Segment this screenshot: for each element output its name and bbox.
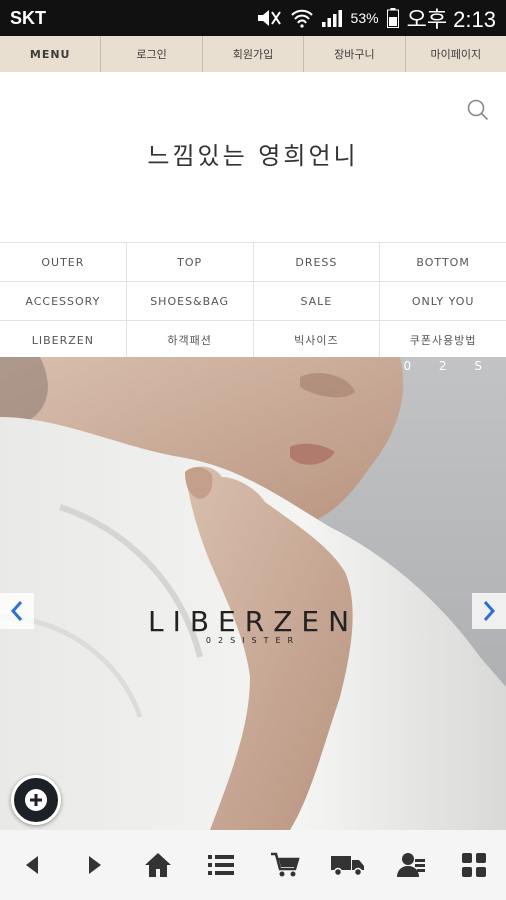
- banner-logo: LIBERZEN 02SISTER: [0, 605, 506, 645]
- hero-banner[interactable]: 0 2 S LIBERZEN 02SISTER: [0, 357, 506, 830]
- menu-button[interactable]: MENU: [0, 36, 102, 72]
- delivery-truck-icon: [330, 856, 364, 877]
- carrier-label: SKT: [10, 7, 46, 28]
- user-button[interactable]: [386, 840, 436, 890]
- site-title[interactable]: 느낌있는 영희언니: [0, 136, 506, 171]
- category-grid: OUTER TOP DRESS BOTTOM ACCESSORY SHOES&B…: [0, 242, 506, 360]
- battery-percent: 53%: [350, 10, 379, 26]
- delivery-button[interactable]: [323, 840, 373, 890]
- banner-logo-sub: 02SISTER: [205, 636, 301, 645]
- prev-slide-button[interactable]: [0, 593, 34, 629]
- category-sale[interactable]: SALE: [254, 282, 381, 320]
- category-top[interactable]: TOP: [127, 243, 254, 281]
- category-accessory[interactable]: ACCESSORY: [0, 282, 127, 320]
- slide-counter: 0 2 S: [403, 359, 494, 373]
- cart-icon: [270, 852, 300, 877]
- plus-icon: [25, 789, 47, 811]
- signup-link[interactable]: 회원가입: [203, 36, 305, 72]
- list-icon: [208, 855, 235, 875]
- category-bottom[interactable]: BOTTOM: [380, 243, 506, 281]
- clock: 오후 2:13: [406, 7, 496, 32]
- back-icon: [25, 856, 38, 874]
- mute-icon: [255, 8, 283, 28]
- login-link[interactable]: 로그인: [101, 36, 203, 72]
- category-row: OUTER TOP DRESS BOTTOM: [0, 243, 506, 282]
- category-row: LIBERZEN 하객패션 빅사이즈 쿠폰사용방법: [0, 321, 506, 360]
- bottom-toolbar: [0, 830, 506, 900]
- grid-icon: [462, 853, 487, 877]
- home-icon: [145, 853, 172, 877]
- wifi-icon: [290, 8, 313, 28]
- chevron-right-icon: [483, 601, 496, 621]
- category-shoes-bag[interactable]: SHOES&BAG: [127, 282, 254, 320]
- category-liberzen[interactable]: LIBERZEN: [0, 321, 127, 359]
- home-button[interactable]: [133, 840, 183, 890]
- signal-icon: [321, 8, 343, 28]
- list-button[interactable]: [196, 840, 246, 890]
- mypage-link[interactable]: 마이페이지: [406, 36, 506, 72]
- back-button[interactable]: [7, 840, 57, 890]
- grid-button[interactable]: [449, 840, 499, 890]
- forward-button[interactable]: [70, 840, 120, 890]
- category-wedding-guest[interactable]: 하객패션: [127, 321, 254, 359]
- category-only-you[interactable]: ONLY YOU: [380, 282, 506, 320]
- next-slide-button[interactable]: [472, 593, 506, 629]
- user-icon: [397, 853, 426, 877]
- chevron-left-icon: [10, 601, 23, 621]
- status-bar: SKT 53% 오후 2:13: [0, 0, 506, 36]
- site-header: 느낌있는 영희언니: [0, 72, 506, 242]
- battery-icon: [386, 8, 399, 28]
- category-row: ACCESSORY SHOES&BAG SALE ONLY YOU: [0, 282, 506, 321]
- cart-link[interactable]: 장바구니: [304, 36, 406, 72]
- fab-add-button[interactable]: [11, 775, 61, 825]
- category-coupon-guide[interactable]: 쿠폰사용방법: [380, 321, 506, 359]
- cart-button[interactable]: [260, 840, 310, 890]
- category-big-size[interactable]: 빅사이즈: [254, 321, 381, 359]
- banner-logo-text: LIBERZEN: [147, 605, 359, 638]
- top-nav: MENU 로그인 회원가입 장바구니 마이페이지: [0, 36, 506, 72]
- category-outer[interactable]: OUTER: [0, 243, 127, 281]
- forward-icon: [88, 856, 101, 874]
- search-icon[interactable]: [466, 98, 490, 126]
- banner-photo: [0, 357, 506, 830]
- category-dress[interactable]: DRESS: [254, 243, 381, 281]
